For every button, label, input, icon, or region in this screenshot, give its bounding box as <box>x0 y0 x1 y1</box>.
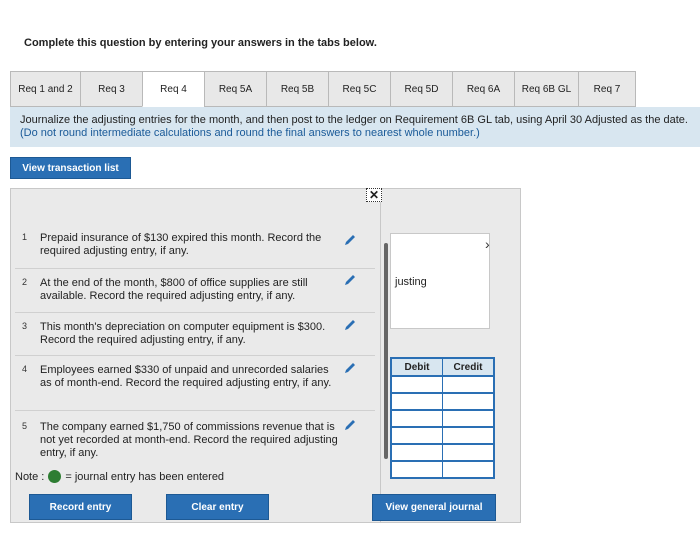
tab-req-5a[interactable]: Req 5A <box>204 71 266 107</box>
transaction-row[interactable]: 3 This month's depreciation on computer … <box>15 312 375 356</box>
transaction-text: At the end of the month, $800 of office … <box>40 277 308 302</box>
transaction-number: 5 <box>21 421 27 431</box>
journal-row <box>390 394 495 411</box>
note-suffix: = journal entry has been entered <box>65 470 225 483</box>
header <box>0 0 700 62</box>
view-general-journal-button[interactable]: View general journal <box>372 494 496 521</box>
transaction-number: 4 <box>21 364 27 374</box>
adjusting-fragment: justing <box>395 276 427 288</box>
pencil-icon[interactable] <box>343 233 357 247</box>
credit-cell[interactable] <box>443 394 493 409</box>
transaction-number: 3 <box>21 321 27 331</box>
view-transaction-list-button[interactable]: View transaction list <box>10 157 131 179</box>
transaction-text: This month's depreciation on computer eq… <box>40 321 326 346</box>
tab-req-1-and-2[interactable]: Req 1 and 2 <box>10 71 80 107</box>
debit-cell[interactable] <box>392 462 443 477</box>
pencil-icon[interactable] <box>343 273 357 287</box>
panel-paren-text: (Do not round intermediate calculations … <box>20 127 480 139</box>
transaction-row[interactable]: 1 Prepaid insurance of $130 expired this… <box>15 232 375 272</box>
journal-row <box>390 462 495 479</box>
journal-row <box>390 411 495 428</box>
transaction-text: Prepaid insurance of $130 expired this m… <box>40 232 322 257</box>
journal-header: Debit Credit <box>390 357 495 377</box>
record-entry-button[interactable]: Record entry <box>29 494 132 520</box>
debit-header: Debit <box>392 359 443 375</box>
debit-cell[interactable] <box>392 411 443 426</box>
credit-cell[interactable] <box>443 428 493 443</box>
tab-req-7[interactable]: Req 7 <box>578 71 636 107</box>
tab-req-5d[interactable]: Req 5D <box>390 71 452 107</box>
tab-bar: Req 1 and 2 Req 3 Req 4 Req 5A Req 5B Re… <box>10 71 700 107</box>
debit-cell[interactable] <box>392 394 443 409</box>
instruction-text: Complete this question by entering your … <box>24 37 377 49</box>
instruction-panel: Journalize the adjusting entries for the… <box>10 107 700 147</box>
panel-main-text: Journalize the adjusting entries for the… <box>20 114 688 126</box>
journal-row <box>390 377 495 394</box>
scrollbar[interactable] <box>384 243 388 459</box>
instruction-panel-text: Journalize the adjusting entries for the… <box>20 114 700 140</box>
credit-cell[interactable] <box>443 411 493 426</box>
note: Note : = journal entry has been entered <box>15 470 224 483</box>
journal-row <box>390 445 495 462</box>
debit-cell[interactable] <box>392 445 443 460</box>
pencil-icon[interactable] <box>343 318 357 332</box>
chevron-right-icon[interactable]: › <box>485 236 490 252</box>
adjusting-entry-box: justing <box>390 233 490 329</box>
tab-req-6b-gl[interactable]: Req 6B GL <box>514 71 578 107</box>
journal-table: Debit Credit <box>390 357 495 479</box>
credit-cell[interactable] <box>443 445 493 460</box>
transaction-number: 1 <box>21 232 27 242</box>
entered-dot-icon <box>48 470 62 483</box>
pencil-icon[interactable] <box>343 418 357 432</box>
credit-header: Credit <box>453 361 483 373</box>
close-icon[interactable]: ✕ <box>366 188 382 202</box>
journal-row <box>390 428 495 445</box>
transaction-row[interactable]: 5 The company earned $1,750 of commissio… <box>15 410 375 465</box>
clear-entry-button[interactable]: Clear entry <box>166 494 269 520</box>
tab-req-3[interactable]: Req 3 <box>80 71 142 107</box>
pencil-icon[interactable] <box>343 361 357 375</box>
transaction-row[interactable]: 4 Employees earned $330 of unpaid and un… <box>15 355 375 410</box>
note-prefix: Note : <box>15 470 45 483</box>
debit-cell[interactable] <box>392 377 443 392</box>
tab-req-6a[interactable]: Req 6A <box>452 71 514 107</box>
tab-req-5c[interactable]: Req 5C <box>328 71 390 107</box>
transaction-text: Employees earned $330 of unpaid and unre… <box>40 364 332 389</box>
debit-cell[interactable] <box>392 428 443 443</box>
tab-req-4[interactable]: Req 4 <box>142 71 204 107</box>
transaction-text: The company earned $1,750 of commissions… <box>40 421 338 459</box>
credit-cell[interactable] <box>443 462 493 477</box>
credit-cell[interactable] <box>443 377 493 392</box>
transaction-row[interactable]: 2 At the end of the month, $800 of offic… <box>15 268 375 316</box>
tab-req-5b[interactable]: Req 5B <box>266 71 328 107</box>
transaction-number: 2 <box>21 277 27 287</box>
